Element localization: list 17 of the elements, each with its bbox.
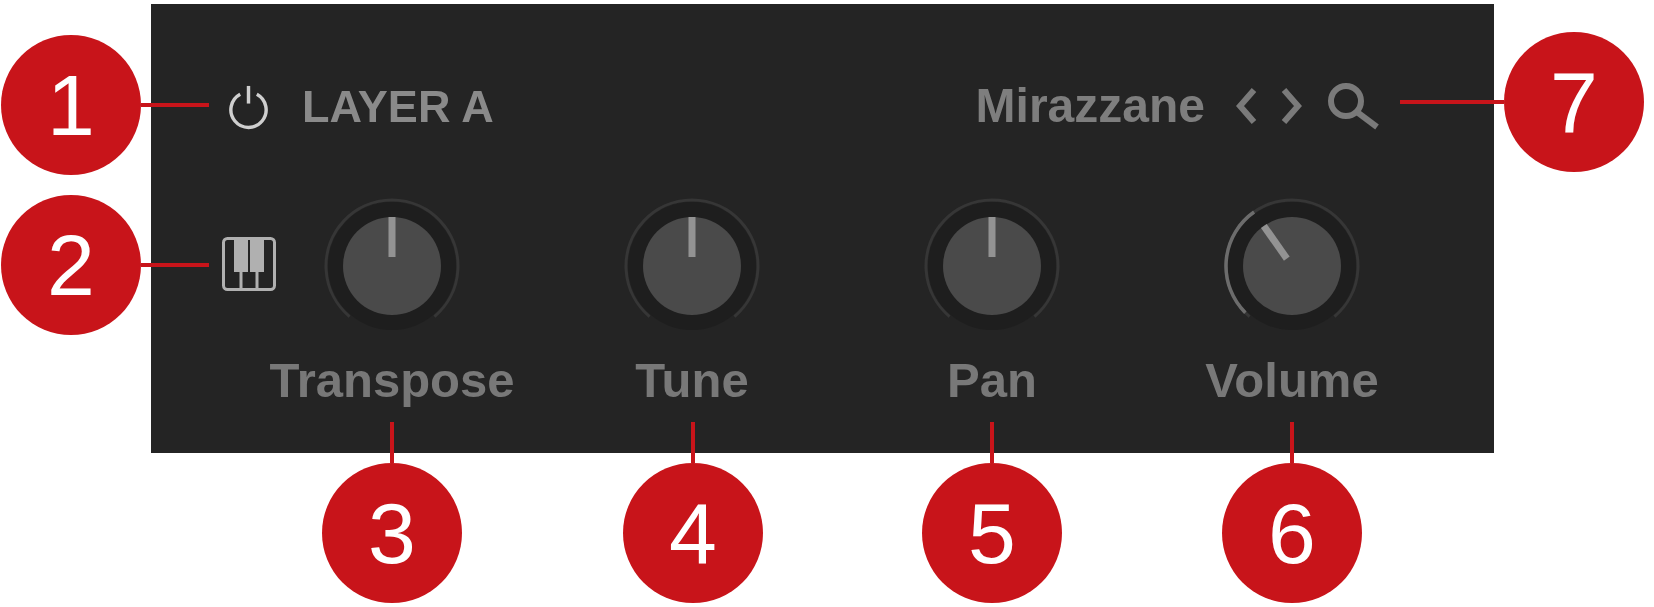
knob-label: Transpose bbox=[269, 356, 515, 405]
callout-marker: 1 bbox=[1, 35, 141, 175]
knob-label: Pan bbox=[947, 356, 1037, 405]
callout-marker: 7 bbox=[1504, 32, 1644, 172]
knob-label: Volume bbox=[1205, 356, 1379, 405]
piano-keys-icon[interactable] bbox=[222, 237, 276, 291]
callout-marker: 4 bbox=[623, 463, 763, 603]
chevron-left-icon[interactable] bbox=[1235, 87, 1258, 125]
layer-title: LAYER A bbox=[302, 83, 494, 129]
callout-marker: 3 bbox=[322, 463, 462, 603]
chevron-right-icon[interactable] bbox=[1280, 87, 1303, 125]
callout-marker: 5 bbox=[922, 463, 1062, 603]
search-icon[interactable] bbox=[1325, 82, 1381, 130]
callout-marker: 2 bbox=[1, 195, 141, 335]
callout-marker: 6 bbox=[1222, 463, 1362, 603]
preset-name: Mirazzane bbox=[975, 82, 1205, 130]
knob-label: Tune bbox=[635, 356, 749, 405]
